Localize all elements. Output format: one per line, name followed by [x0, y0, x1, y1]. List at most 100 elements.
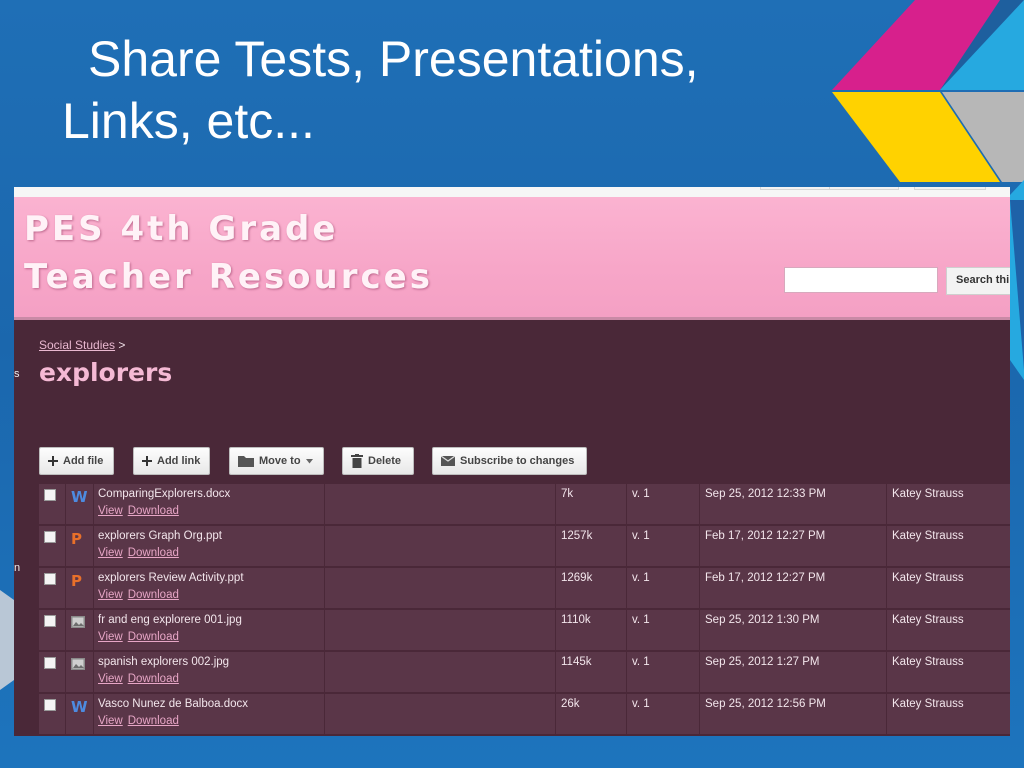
word-icon: W: [71, 698, 88, 716]
table-row: spanish explorers 002.jpg View Download 1…: [39, 652, 1010, 692]
image-icon: [71, 658, 85, 670]
file-date: Sep 25, 2012 1:30 PM: [705, 614, 820, 626]
view-link[interactable]: View: [98, 589, 123, 601]
site-screenshot: PES 4th Grade Teacher Resources Search t…: [14, 187, 1010, 736]
table-row: W ComparingExplorers.docx View Download 7…: [39, 484, 1010, 524]
view-link[interactable]: View: [98, 631, 123, 643]
top-tab[interactable]: [760, 187, 830, 190]
add-link-button[interactable]: Add link: [133, 447, 210, 475]
word-icon: W: [71, 488, 88, 506]
row-checkbox[interactable]: [44, 489, 56, 501]
file-version[interactable]: v. 1: [632, 530, 650, 542]
file-name[interactable]: fr and eng explorere 001.jpg: [98, 614, 242, 626]
plus-icon: [142, 456, 152, 466]
add-file-button[interactable]: Add file: [39, 447, 114, 475]
file-version[interactable]: v. 1: [632, 656, 650, 668]
plus-icon: [48, 456, 58, 466]
top-tab[interactable]: [829, 187, 899, 190]
file-description: [325, 610, 555, 650]
view-link[interactable]: View: [98, 505, 123, 517]
slide-title: Share Tests, Presentations, Links, etc..…: [62, 28, 762, 152]
file-description: [325, 526, 555, 566]
chevron-down-icon: [305, 458, 313, 463]
site-header: PES 4th Grade Teacher Resources Search t…: [14, 197, 1010, 320]
row-checkbox[interactable]: [44, 699, 56, 711]
search-input[interactable]: [784, 267, 938, 293]
download-link[interactable]: Download: [128, 673, 179, 685]
table-row: fr and eng explorere 001.jpg View Downloa…: [39, 610, 1010, 650]
top-tab[interactable]: [914, 187, 986, 190]
file-description: [325, 652, 555, 692]
file-version[interactable]: v. 1: [632, 488, 650, 500]
file-user: Katey Strauss: [892, 488, 964, 500]
search-button[interactable]: Search thi: [946, 267, 1010, 295]
file-date: Feb 17, 2012 12:27 PM: [705, 572, 826, 584]
file-name[interactable]: Vasco Nunez de Balboa.docx: [98, 698, 248, 710]
envelope-icon: [441, 456, 455, 466]
file-date: Sep 25, 2012 12:33 PM: [705, 488, 826, 500]
file-version[interactable]: v. 1: [632, 614, 650, 626]
delete-button[interactable]: Delete: [342, 447, 414, 475]
sidebar-fragment: n: [14, 562, 21, 574]
slide-title-line-2: Links, etc...: [62, 93, 315, 149]
table-row: W Vasco Nunez de Balboa.docx View Downloa…: [39, 694, 1010, 734]
breadcrumb-separator: >: [118, 338, 126, 352]
folder-icon: [238, 456, 254, 467]
powerpoint-icon: P: [71, 530, 82, 548]
breadcrumb-social-studies[interactable]: Social Studies: [39, 338, 115, 352]
site-title-line-1: PES 4th Grade: [24, 209, 339, 249]
add-file-label: Add file: [63, 455, 104, 467]
file-size: 1269k: [561, 572, 593, 584]
file-date: Sep 25, 2012 1:27 PM: [705, 656, 820, 668]
download-link[interactable]: Download: [128, 505, 179, 517]
file-description: [325, 568, 555, 608]
breadcrumb: Social Studies >: [39, 338, 125, 352]
browser-top-strip: [14, 187, 1010, 197]
download-link[interactable]: Download: [128, 631, 179, 643]
main-content: s n Social Studies > explorers Add file …: [14, 320, 1010, 736]
sidebar-fragment: s: [14, 368, 20, 380]
download-link[interactable]: Download: [128, 547, 179, 559]
row-checkbox[interactable]: [44, 615, 56, 627]
file-version[interactable]: v. 1: [632, 572, 650, 584]
trash-icon: [351, 454, 363, 468]
move-to-label: Move to: [259, 455, 301, 467]
file-version[interactable]: v. 1: [632, 698, 650, 710]
move-to-button[interactable]: Move to: [229, 447, 324, 475]
view-link[interactable]: View: [98, 547, 123, 559]
view-link[interactable]: View: [98, 673, 123, 685]
site-title-line-2: Teacher Resources: [24, 257, 433, 297]
file-name[interactable]: explorers Review Activity.ppt: [98, 572, 244, 584]
file-user: Katey Strauss: [892, 614, 964, 626]
download-link[interactable]: Download: [128, 589, 179, 601]
download-link[interactable]: Download: [128, 715, 179, 727]
file-size: 7k: [561, 488, 574, 500]
file-user: Katey Strauss: [892, 530, 964, 542]
file-user: Katey Strauss: [892, 572, 964, 584]
view-link[interactable]: View: [98, 715, 123, 727]
file-size: 1257k: [561, 530, 593, 542]
subscribe-button[interactable]: Subscribe to changes: [432, 447, 587, 475]
delete-label: Delete: [368, 455, 402, 467]
row-checkbox[interactable]: [44, 573, 56, 585]
file-size: 1145k: [561, 656, 592, 668]
file-name[interactable]: spanish explorers 002.jpg: [98, 656, 229, 668]
file-date: Sep 25, 2012 12:56 PM: [705, 698, 826, 710]
row-checkbox[interactable]: [44, 657, 56, 669]
file-size: 26k: [561, 698, 580, 710]
file-user: Katey Strauss: [892, 656, 964, 668]
table-row: P explorers Review Activity.ppt View Down…: [39, 568, 1010, 608]
site-title[interactable]: PES 4th Grade Teacher Resources: [24, 205, 433, 301]
file-date: Feb 17, 2012 12:27 PM: [705, 530, 826, 542]
image-icon: [71, 616, 85, 628]
subscribe-label: Subscribe to changes: [460, 455, 575, 467]
add-link-label: Add link: [157, 455, 201, 467]
file-description: [325, 484, 555, 524]
row-checkbox[interactable]: [44, 531, 56, 543]
table-row: P explorers Graph Org.ppt View Download 1…: [39, 526, 1010, 566]
file-name[interactable]: ComparingExplorers.docx: [98, 488, 230, 500]
slide-title-line-1: Share Tests, Presentations,: [88, 31, 699, 87]
page-title: explorers: [39, 358, 173, 387]
powerpoint-icon: P: [71, 572, 82, 590]
file-name[interactable]: explorers Graph Org.ppt: [98, 530, 222, 542]
